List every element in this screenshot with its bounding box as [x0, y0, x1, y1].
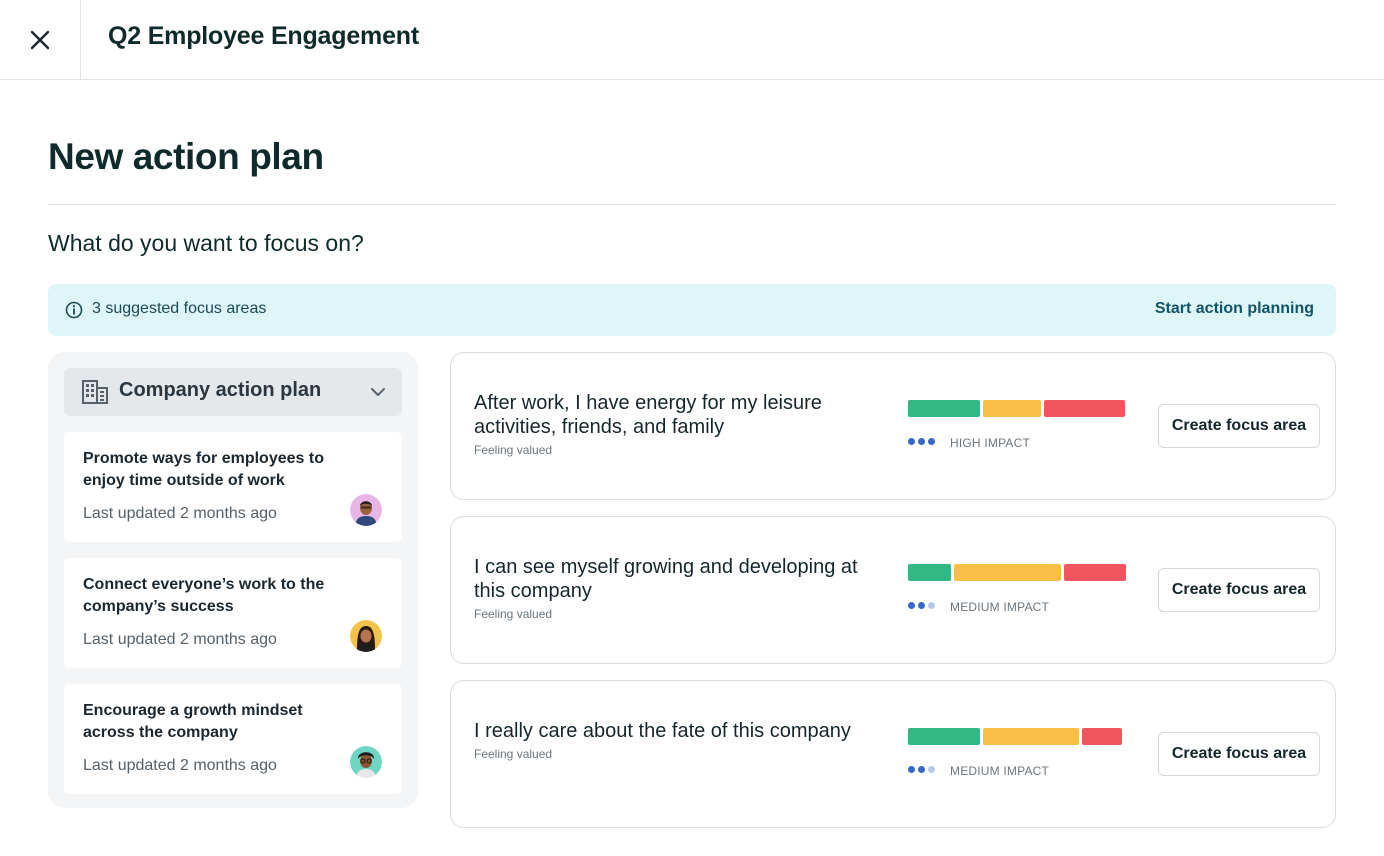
survey-title: Q2 Employee Engagement — [108, 22, 419, 50]
negative-segment — [1082, 728, 1122, 745]
info-icon — [65, 301, 83, 319]
focus-item-category: Feeling valued — [474, 607, 553, 621]
focus-item-card: I can see myself growing and developing … — [450, 516, 1336, 664]
suggested-count-text: 3 suggested focus areas — [92, 300, 267, 317]
create-focus-area-button[interactable]: Create focus area — [1158, 568, 1320, 612]
close-button[interactable] — [0, 0, 81, 79]
impact-label: MEDIUM IMPACT — [950, 600, 1050, 614]
negative-segment — [1044, 400, 1125, 417]
avatar — [350, 620, 382, 652]
avatar — [350, 746, 382, 778]
neutral-segment — [983, 728, 1079, 745]
sentiment-bar — [908, 728, 1127, 745]
positive-segment — [908, 564, 951, 581]
impact-dots — [908, 766, 935, 773]
action-plan-dropdown[interactable]: Company action plan — [64, 368, 402, 416]
start-action-planning-link[interactable]: Start action planning — [1155, 300, 1314, 318]
plan-title: Encourage a growth mindset across the co… — [83, 702, 303, 741]
negative-segment — [1064, 564, 1126, 581]
impact-dots — [908, 602, 935, 609]
close-icon — [30, 30, 50, 49]
page-title: New action plan — [48, 136, 324, 177]
sentiment-bar — [908, 564, 1127, 581]
plan-card[interactable]: Connect everyone’s work to the company’s… — [64, 558, 402, 668]
plan-title: Promote ways for employees to enjoy time… — [83, 450, 324, 489]
focus-item-card: I really care about the fate of this com… — [450, 680, 1336, 828]
focus-item-category: Feeling valued — [474, 443, 553, 457]
plan-title: Connect everyone’s work to the company’s… — [83, 576, 325, 615]
focus-item-question: After work, I have energy for my leisure… — [474, 392, 822, 438]
neutral-segment — [954, 564, 1061, 581]
focus-item-card: After work, I have energy for my leisure… — [450, 352, 1336, 500]
impact-dots — [908, 438, 935, 445]
avatar — [350, 494, 382, 526]
plan-card[interactable]: Promote ways for employees to enjoy time… — [64, 432, 402, 542]
top-bar: Q2 Employee Engagement — [0, 0, 1384, 80]
focus-question: What do you want to focus on? — [48, 230, 364, 256]
create-focus-area-button[interactable]: Create focus area — [1158, 732, 1320, 776]
divider — [48, 204, 1336, 205]
focus-item-question: I can see myself growing and developing … — [474, 556, 858, 602]
plan-card[interactable]: Encourage a growth mindset across the co… — [64, 684, 402, 794]
plan-updated: Last updated 2 months ago — [83, 505, 277, 522]
sentiment-bar — [908, 400, 1127, 417]
positive-segment — [908, 728, 980, 745]
action-plan-panel: Company action plan Promote ways for emp… — [48, 352, 418, 808]
chevron-down-icon — [371, 388, 385, 396]
impact-label: MEDIUM IMPACT — [950, 764, 1050, 778]
dropdown-label: Company action plan — [119, 379, 322, 401]
impact-label: HIGH IMPACT — [950, 436, 1030, 450]
plan-updated: Last updated 2 months ago — [83, 631, 277, 648]
suggestion-banner: 3 suggested focus areas Start action pla… — [48, 284, 1336, 336]
focus-item-question: I really care about the fate of this com… — [474, 720, 851, 742]
neutral-segment — [983, 400, 1041, 417]
plan-updated: Last updated 2 months ago — [83, 757, 277, 774]
focus-item-category: Feeling valued — [474, 747, 553, 761]
building-icon — [82, 380, 108, 404]
positive-segment — [908, 400, 980, 417]
create-focus-area-button[interactable]: Create focus area — [1158, 404, 1320, 448]
